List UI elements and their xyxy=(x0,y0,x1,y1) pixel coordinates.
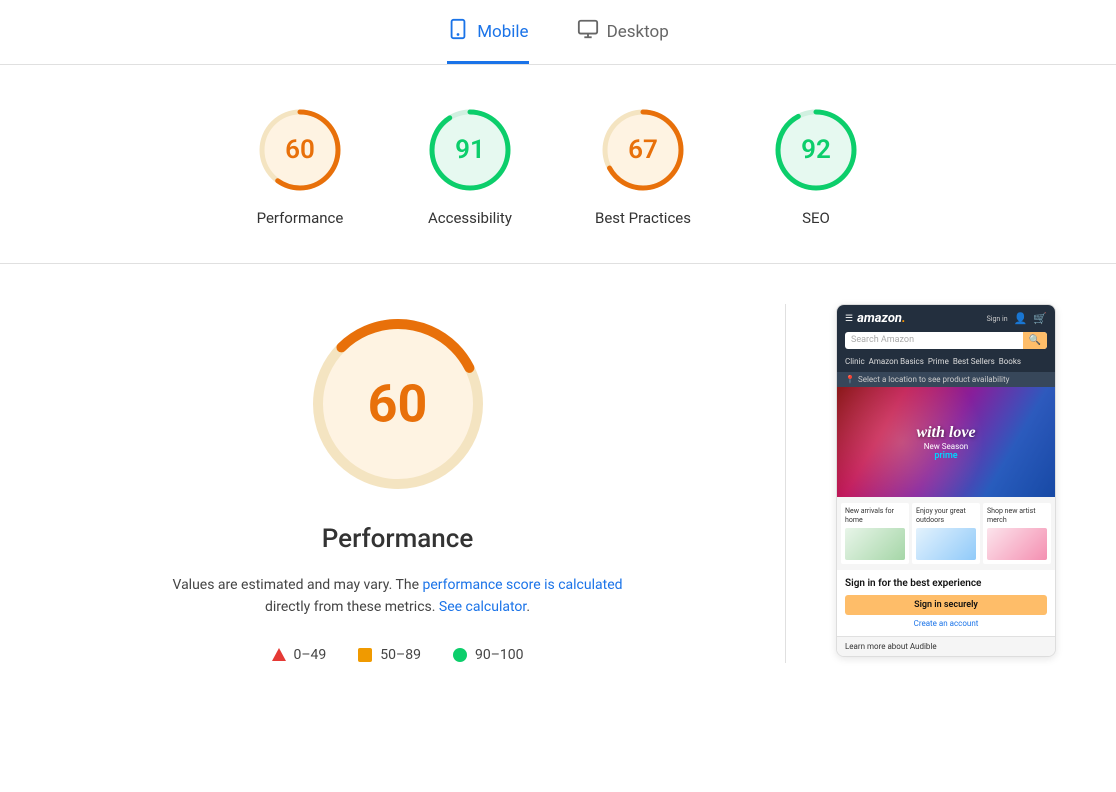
big-score-value: 60 xyxy=(368,374,428,435)
cart-icon: 🛒 xyxy=(1033,312,1047,325)
search-placeholder[interactable]: Search Amazon xyxy=(845,332,1023,349)
tab-desktop[interactable]: Desktop xyxy=(577,18,669,64)
left-panel: 60 Performance Values are estimated and … xyxy=(60,304,735,663)
nav-link-books[interactable]: Books xyxy=(999,357,1021,366)
tab-bar: Mobile Desktop xyxy=(0,0,1116,65)
pass-range: 90–100 xyxy=(475,647,524,663)
nav-link-bestsellers[interactable]: Best Sellers xyxy=(953,357,995,366)
mobile-icon xyxy=(447,18,469,45)
tab-mobile-label: Mobile xyxy=(477,22,528,42)
legend-average: 50–89 xyxy=(358,647,421,663)
nav-link-basics[interactable]: Amazon Basics xyxy=(869,357,924,366)
score-item-seo[interactable]: 92 SEO xyxy=(771,105,861,227)
location-text: Select a location to see product availab… xyxy=(858,375,1009,384)
score-value-accessibility: 91 xyxy=(455,135,485,165)
score-value-best-practices: 67 xyxy=(628,135,658,165)
score-circle-seo: 92 xyxy=(771,105,861,195)
desktop-icon xyxy=(577,18,599,45)
nav-icons: Sign in 👤 🛒 xyxy=(987,312,1047,325)
score-description: Values are estimated and may vary. The p… xyxy=(168,574,628,619)
phone-screenshot: ☰ amazon. Sign in 👤 🛒 Search Amazon 🔍 Cl… xyxy=(836,304,1056,657)
fail-icon xyxy=(272,648,286,661)
score-value-performance: 60 xyxy=(285,135,315,165)
score-circle-accessibility: 91 xyxy=(425,105,515,195)
phone-audible-bar: Learn more about Audible xyxy=(837,636,1055,656)
tab-desktop-label: Desktop xyxy=(607,22,669,42)
legend-pass: 90–100 xyxy=(453,647,524,663)
score-item-performance[interactable]: 60 Performance xyxy=(255,105,345,227)
phone-navbar: ☰ amazon. Sign in 👤 🛒 Search Amazon 🔍 Cl… xyxy=(837,305,1055,372)
phone-card-1: Enjoy your great outdoors xyxy=(912,503,980,564)
signin-title: Sign in for the best experience xyxy=(845,578,1047,589)
score-label-accessibility: Accessibility xyxy=(428,209,512,227)
location-icon: 📍 xyxy=(845,375,855,384)
score-legend: 0–49 50–89 90–100 xyxy=(272,647,524,663)
card-title-1: Enjoy your great outdoors xyxy=(916,507,976,525)
phone-cards: New arrivals for home Enjoy your great o… xyxy=(837,497,1055,570)
card-title-2: Shop new artist merch xyxy=(987,507,1047,525)
main-content: 60 Performance Values are estimated and … xyxy=(0,264,1116,703)
phone-hero-image: with love New Season prime xyxy=(837,387,1055,497)
pass-icon xyxy=(453,648,467,662)
amazon-logo: amazon. xyxy=(857,311,906,326)
big-score-circle: 60 xyxy=(298,304,498,504)
panel-divider xyxy=(785,304,786,663)
search-button[interactable]: 🔍 xyxy=(1023,332,1047,349)
phone-card-0: New arrivals for home xyxy=(841,503,909,564)
audible-text: Learn more about Audible xyxy=(845,642,937,651)
hero-text: with love xyxy=(916,423,975,442)
description-text: Values are estimated and may vary. The xyxy=(172,577,422,593)
score-row: 60 Performance 91 Accessibility 67 Best … xyxy=(0,65,1116,264)
phone-signin-section: Sign in for the best experience Sign in … xyxy=(837,570,1055,636)
card-img-1 xyxy=(916,528,976,560)
right-panel: ☰ amazon. Sign in 👤 🛒 Search Amazon 🔍 Cl… xyxy=(836,304,1056,657)
user-icon: 👤 xyxy=(1014,312,1028,325)
hero-sub: New Season xyxy=(916,442,975,451)
calculator-link[interactable]: See calculator xyxy=(439,599,526,615)
score-value-seo: 92 xyxy=(801,135,831,165)
average-range: 50–89 xyxy=(380,647,421,663)
signin-button[interactable]: Sign in securely xyxy=(845,595,1047,615)
score-label-seo: SEO xyxy=(802,209,830,227)
hero-prime: prime xyxy=(916,451,975,461)
fail-range: 0–49 xyxy=(294,647,327,663)
description-middle: directly from these metrics. xyxy=(265,599,439,615)
score-circle-performance: 60 xyxy=(255,105,345,195)
card-img-2 xyxy=(987,528,1047,560)
score-label-performance: Performance xyxy=(257,209,344,227)
average-icon xyxy=(358,648,372,662)
perf-score-link[interactable]: performance score is calculated xyxy=(422,577,622,593)
card-title-0: New arrivals for home xyxy=(845,507,905,525)
nav-link-prime[interactable]: Prime xyxy=(928,357,949,366)
signin-text: Sign in xyxy=(987,315,1008,323)
score-item-accessibility[interactable]: 91 Accessibility xyxy=(425,105,515,227)
card-img-0 xyxy=(845,528,905,560)
phone-location-bar: 📍 Select a location to see product avail… xyxy=(837,372,1055,387)
phone-nav-top: ☰ amazon. Sign in 👤 🛒 xyxy=(845,311,1047,326)
phone-search-bar: Search Amazon 🔍 xyxy=(845,332,1047,349)
phone-nav-links: Clinic Amazon Basics Prime Best Sellers … xyxy=(845,357,1047,366)
create-account-link[interactable]: Create an account xyxy=(845,619,1047,628)
score-label-best-practices: Best Practices xyxy=(595,209,691,227)
nav-link-clinic[interactable]: Clinic xyxy=(845,357,865,366)
score-circle-best-practices: 67 xyxy=(598,105,688,195)
legend-fail: 0–49 xyxy=(272,647,327,663)
score-item-best-practices[interactable]: 67 Best Practices xyxy=(595,105,691,227)
description-end: . xyxy=(526,599,530,615)
phone-card-2: Shop new artist merch xyxy=(983,503,1051,564)
tab-mobile[interactable]: Mobile xyxy=(447,18,528,64)
